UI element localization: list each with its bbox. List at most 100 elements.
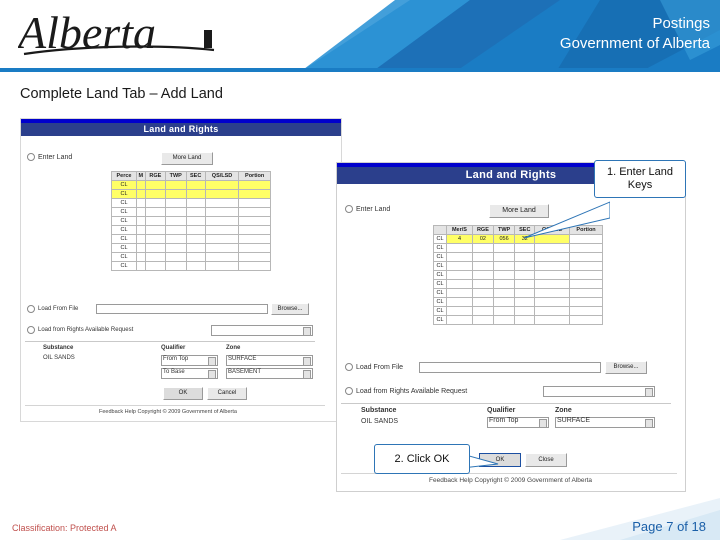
cell[interactable]	[471, 279, 494, 289]
left-browse-button[interactable]: Browse...	[271, 303, 309, 315]
cell[interactable]	[144, 243, 166, 253]
cell[interactable]	[514, 306, 536, 316]
cell[interactable]	[446, 279, 473, 289]
cell[interactable]	[446, 315, 473, 325]
cell[interactable]	[144, 180, 166, 190]
cell[interactable]	[238, 234, 271, 244]
right-rights-select[interactable]	[543, 386, 655, 397]
cell[interactable]	[164, 234, 187, 244]
cell[interactable]	[569, 261, 603, 271]
cell[interactable]	[569, 279, 603, 289]
cell[interactable]	[569, 270, 603, 280]
right-browse-button[interactable]: Browse...	[605, 361, 647, 374]
cell[interactable]	[514, 261, 536, 271]
cell[interactable]	[144, 198, 166, 208]
cell[interactable]	[164, 243, 187, 253]
cell[interactable]	[135, 180, 146, 190]
cell[interactable]	[135, 243, 146, 253]
cell[interactable]	[204, 243, 240, 253]
cell[interactable]	[534, 261, 571, 271]
cell[interactable]	[446, 288, 473, 298]
cell[interactable]	[164, 225, 187, 235]
cell[interactable]	[492, 279, 516, 289]
right-enter-land-radio[interactable]: Enter Land	[345, 205, 390, 213]
cell[interactable]	[446, 261, 473, 271]
right-land-grid[interactable]: Mer/S RGE TWP SEC QS/LSD Portion CL 4 02…	[432, 225, 603, 325]
cell[interactable]	[471, 288, 494, 298]
cell[interactable]	[569, 288, 603, 298]
cell[interactable]	[569, 297, 603, 307]
cell[interactable]	[534, 252, 571, 262]
cell[interactable]	[446, 270, 473, 280]
cell[interactable]	[204, 252, 240, 262]
cell[interactable]	[569, 306, 603, 316]
cell[interactable]	[144, 234, 166, 244]
left-enter-land-radio[interactable]: Enter Land	[27, 153, 72, 161]
cell[interactable]	[185, 189, 206, 199]
cell[interactable]	[446, 243, 473, 253]
cell[interactable]	[534, 315, 571, 325]
cell[interactable]	[164, 198, 187, 208]
cell[interactable]	[185, 198, 206, 208]
cell[interactable]	[492, 297, 516, 307]
left-rights-select[interactable]	[211, 325, 313, 336]
cell[interactable]	[204, 225, 240, 235]
cell[interactable]	[135, 189, 146, 199]
left-load-rights-radio[interactable]: Load from Rights Available Request	[27, 326, 133, 334]
left-footer-links[interactable]: Feedback Help Copyright © 2009 Governmen…	[99, 409, 237, 415]
cell[interactable]	[185, 180, 206, 190]
cell[interactable]	[471, 252, 494, 262]
cell[interactable]	[135, 198, 146, 208]
right-file-path-input[interactable]	[419, 362, 601, 373]
cell[interactable]	[185, 225, 206, 235]
cell[interactable]	[164, 207, 187, 217]
cell[interactable]	[492, 243, 516, 253]
right-load-from-file-radio[interactable]: Load From File	[345, 363, 403, 371]
cell[interactable]	[238, 216, 271, 226]
cell[interactable]	[135, 234, 146, 244]
cell[interactable]	[238, 225, 271, 235]
cell[interactable]	[471, 261, 494, 271]
cell[interactable]	[514, 279, 536, 289]
cell[interactable]	[164, 252, 187, 262]
cell[interactable]	[238, 198, 271, 208]
cell[interactable]	[185, 261, 206, 271]
cell[interactable]	[471, 306, 494, 316]
cell-rge[interactable]: 02	[471, 234, 494, 244]
cell[interactable]	[164, 180, 187, 190]
cell[interactable]	[446, 297, 473, 307]
cell[interactable]	[446, 306, 473, 316]
cell[interactable]	[569, 252, 603, 262]
cell[interactable]	[238, 180, 271, 190]
cell[interactable]	[492, 261, 516, 271]
cell[interactable]	[238, 243, 271, 253]
left-load-from-file-radio[interactable]: Load From File	[27, 305, 78, 313]
cell[interactable]	[492, 270, 516, 280]
cell[interactable]	[492, 315, 516, 325]
cell[interactable]	[185, 243, 206, 253]
cell[interactable]	[534, 297, 571, 307]
cell[interactable]	[185, 234, 206, 244]
cell[interactable]	[204, 261, 240, 271]
left-land-grid[interactable]: Perce M RGE TWP SEC QS/LSD Portion CL CL…	[111, 171, 271, 271]
cell[interactable]	[569, 243, 603, 253]
cell[interactable]	[471, 315, 494, 325]
right-footer-links[interactable]: Feedback Help Copyright © 2009 Governmen…	[429, 477, 592, 484]
cell[interactable]	[492, 288, 516, 298]
cell[interactable]	[534, 279, 571, 289]
cell[interactable]	[471, 270, 494, 280]
cell[interactable]	[144, 189, 166, 199]
cell[interactable]	[492, 306, 516, 316]
cell[interactable]	[514, 297, 536, 307]
right-load-rights-radio[interactable]: Load from Rights Available Request	[345, 387, 467, 395]
cell-mers[interactable]: 4	[446, 234, 473, 244]
cell[interactable]	[514, 288, 536, 298]
cell[interactable]	[135, 252, 146, 262]
cell[interactable]	[204, 234, 240, 244]
cell[interactable]	[185, 216, 206, 226]
left-more-land-button[interactable]: More Land	[161, 152, 213, 165]
cell[interactable]	[164, 189, 187, 199]
cell-twp[interactable]: 056	[492, 234, 516, 244]
cell[interactable]	[164, 216, 187, 226]
cell[interactable]	[238, 261, 271, 271]
